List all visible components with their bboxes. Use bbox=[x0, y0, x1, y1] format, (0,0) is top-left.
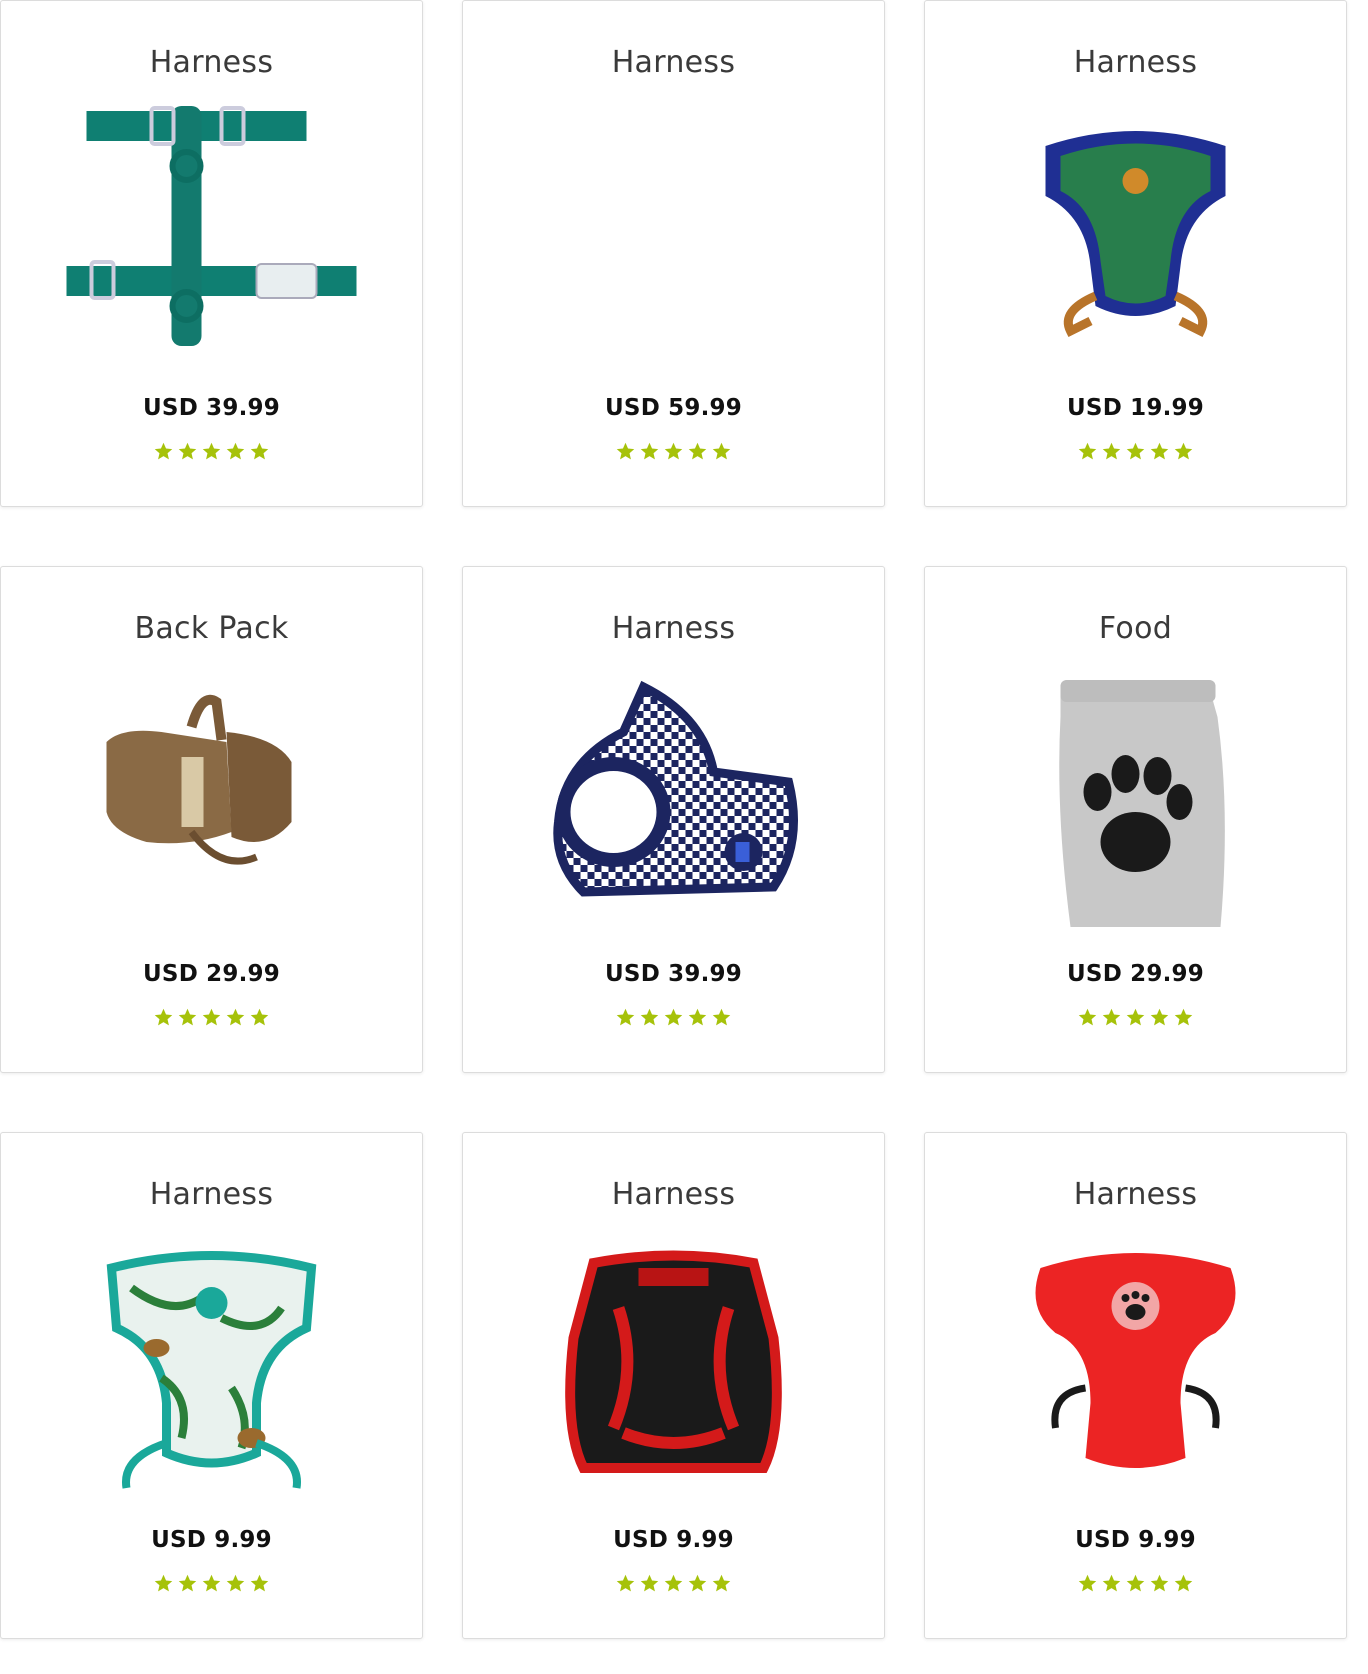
rating-stars bbox=[463, 1573, 884, 1594]
star-icon bbox=[712, 1008, 731, 1026]
product-card[interactable]: Harness USD 39.99 bbox=[0, 0, 423, 507]
star-icon bbox=[616, 442, 635, 460]
voyager-harness-icon bbox=[565, 1250, 782, 1473]
star-icon bbox=[226, 442, 245, 460]
star-icon bbox=[1126, 1008, 1145, 1026]
product-title: Harness bbox=[149, 1177, 274, 1212]
rating-stars bbox=[463, 1007, 884, 1028]
star-icon bbox=[1150, 442, 1169, 460]
rating-stars bbox=[925, 1007, 1346, 1028]
teal-harness-icon bbox=[66, 106, 357, 346]
product-image[interactable] bbox=[503, 96, 844, 381]
star-icon bbox=[178, 442, 197, 460]
rating-stars bbox=[1, 1573, 422, 1594]
product-price: USD 29.99 bbox=[143, 961, 280, 987]
product-image[interactable] bbox=[965, 96, 1306, 381]
star-icon bbox=[1102, 1008, 1121, 1026]
product-image[interactable] bbox=[41, 1228, 382, 1513]
star-icon bbox=[202, 442, 221, 460]
product-card[interactable]: Food USD 29.99 bbox=[924, 566, 1347, 1073]
star-icon bbox=[1102, 1574, 1121, 1592]
product-title: Harness bbox=[611, 1177, 736, 1212]
checkered-vest-icon bbox=[553, 680, 798, 897]
product-title: Food bbox=[1098, 611, 1173, 646]
star-icon bbox=[250, 1008, 269, 1026]
product-card[interactable]: Harness USD 9.99 bbox=[924, 1132, 1347, 1639]
rating-stars bbox=[1, 1007, 422, 1028]
rating-stars bbox=[925, 441, 1346, 462]
star-icon bbox=[178, 1574, 197, 1592]
product-price: USD 59.99 bbox=[605, 395, 742, 421]
star-icon bbox=[1102, 442, 1121, 460]
backpack-icon bbox=[106, 694, 292, 865]
product-grid: Harness USD 39.99 Harness USD 59.99 Harn… bbox=[0, 0, 1368, 1674]
star-icon bbox=[154, 1008, 173, 1026]
product-image[interactable] bbox=[503, 662, 844, 947]
product-card[interactable]: Harness USD 19.99 bbox=[924, 0, 1347, 507]
star-icon bbox=[1078, 442, 1097, 460]
product-title: Harness bbox=[149, 45, 274, 80]
product-title: Harness bbox=[611, 45, 736, 80]
food-bag-icon bbox=[1059, 680, 1225, 927]
star-icon bbox=[688, 442, 707, 460]
product-title: Harness bbox=[1073, 1177, 1198, 1212]
star-icon bbox=[178, 1008, 197, 1026]
star-icon bbox=[688, 1574, 707, 1592]
star-icon bbox=[664, 442, 683, 460]
product-card[interactable]: Harness USD 39.99 bbox=[462, 566, 885, 1073]
product-card[interactable]: Harness USD 59.99 bbox=[462, 0, 885, 507]
star-icon bbox=[1126, 1574, 1145, 1592]
star-icon bbox=[712, 1574, 731, 1592]
star-icon bbox=[1174, 1008, 1193, 1026]
product-card[interactable]: Harness USD 9.99 bbox=[0, 1132, 423, 1639]
product-price: USD 9.99 bbox=[1075, 1527, 1196, 1553]
product-card[interactable]: Harness USD 9.99 bbox=[462, 1132, 885, 1639]
rating-stars bbox=[925, 1573, 1346, 1594]
star-icon bbox=[226, 1008, 245, 1026]
star-icon bbox=[1150, 1574, 1169, 1592]
tropical-harness-icon bbox=[106, 1251, 317, 1489]
star-icon bbox=[712, 442, 731, 460]
product-image[interactable] bbox=[965, 662, 1306, 947]
star-icon bbox=[250, 1574, 269, 1592]
product-title: Harness bbox=[611, 611, 736, 646]
star-icon bbox=[664, 1008, 683, 1026]
star-icon bbox=[1174, 1574, 1193, 1592]
product-title: Harness bbox=[1073, 45, 1198, 80]
product-price: USD 19.99 bbox=[1067, 395, 1204, 421]
cactus-harness-icon bbox=[1045, 131, 1226, 338]
product-price: USD 9.99 bbox=[151, 1527, 272, 1553]
product-card[interactable]: Back Pack USD 29.99 bbox=[0, 566, 423, 1073]
star-icon bbox=[640, 1008, 659, 1026]
star-icon bbox=[640, 442, 659, 460]
product-image[interactable] bbox=[41, 96, 382, 381]
star-icon bbox=[202, 1574, 221, 1592]
star-icon bbox=[1078, 1008, 1097, 1026]
star-icon bbox=[688, 1008, 707, 1026]
product-price: USD 29.99 bbox=[1067, 961, 1204, 987]
star-icon bbox=[640, 1574, 659, 1592]
rating-stars bbox=[1, 441, 422, 462]
star-icon bbox=[250, 442, 269, 460]
star-icon bbox=[226, 1574, 245, 1592]
star-icon bbox=[664, 1574, 683, 1592]
product-price: USD 39.99 bbox=[605, 961, 742, 987]
product-image[interactable] bbox=[41, 662, 382, 947]
star-icon bbox=[1126, 442, 1145, 460]
product-price: USD 39.99 bbox=[143, 395, 280, 421]
product-title: Back Pack bbox=[134, 611, 289, 646]
star-icon bbox=[616, 1574, 635, 1592]
star-icon bbox=[1150, 1008, 1169, 1026]
star-icon bbox=[1078, 1574, 1097, 1592]
product-image[interactable] bbox=[965, 1228, 1306, 1513]
star-icon bbox=[202, 1008, 221, 1026]
rating-stars bbox=[463, 441, 884, 462]
star-icon bbox=[616, 1008, 635, 1026]
star-icon bbox=[1174, 442, 1193, 460]
red-paw-harness-icon bbox=[1035, 1253, 1236, 1468]
star-icon bbox=[154, 1574, 173, 1592]
product-image[interactable] bbox=[503, 1228, 844, 1513]
star-icon bbox=[154, 442, 173, 460]
product-price: USD 9.99 bbox=[613, 1527, 734, 1553]
